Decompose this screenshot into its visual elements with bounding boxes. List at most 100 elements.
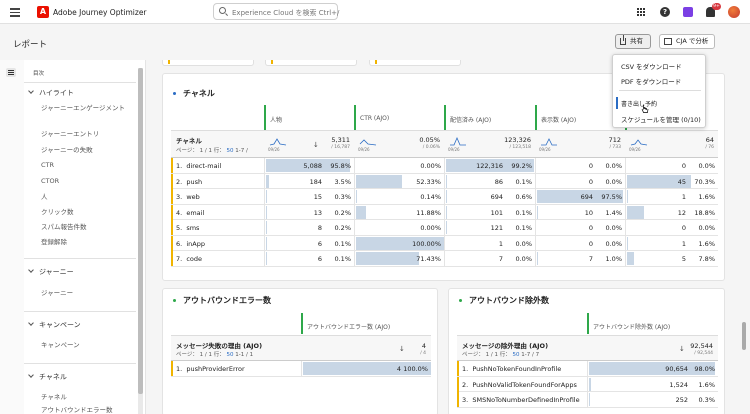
- table-row[interactable]: 2. push 184 3.5% 52.33% 86 0.1% 0 0.0% 45 70.3%: [171, 173, 718, 189]
- cell-percent: 0.0%: [698, 224, 715, 232]
- toc-item[interactable]: スパム報告件数: [41, 223, 87, 232]
- row-label[interactable]: 7. code: [176, 255, 202, 263]
- toc-item[interactable]: アウトバウンドエラー数: [41, 406, 113, 414]
- divider: [24, 258, 136, 259]
- dot-icon: [459, 299, 462, 302]
- search-input[interactable]: Experience Cloud を検索 Ctrl+/: [213, 3, 339, 20]
- table-row[interactable]: 1. PushNoTokenFoundInProfile 90,654 98.0…: [457, 361, 718, 377]
- card-stub: [162, 60, 254, 66]
- help-icon[interactable]: ?: [660, 7, 670, 17]
- toc-toggle-icon[interactable]: [6, 68, 16, 77]
- toc-item[interactable]: チャネル: [41, 393, 67, 402]
- row-label[interactable]: 2. push: [176, 178, 202, 186]
- pagination[interactable]: ページ： 1 / 1 行： 50 1-7 / 7: [462, 350, 539, 358]
- cell-value: 4: [396, 365, 401, 373]
- menu-item-schedule-export[interactable]: 書き出し予約: [621, 99, 657, 108]
- column-header[interactable]: 配信済み (AJO): [450, 115, 491, 124]
- row-label[interactable]: 3. SMSNoToNumberDefinedInProfile: [462, 396, 580, 404]
- row-label[interactable]: 5. sms: [176, 224, 199, 232]
- toc-item[interactable]: キャンペーン: [41, 341, 80, 350]
- menu-item-manage-schedules[interactable]: スケジュールを管理 (0/10): [621, 114, 701, 124]
- row-label[interactable]: 3. web: [176, 193, 200, 201]
- table-header: メッセージの除外理由 (AJO) ページ： 1 / 1 行： 50 1-7 / …: [457, 335, 718, 361]
- table-row[interactable]: 7. code 6 0.1% 71.43% 7 0.0% 7 1.0% 5 7.8%: [171, 251, 718, 267]
- cell-percent: 0.2%: [334, 224, 351, 232]
- sort-desc-icon[interactable]: ↓: [399, 345, 405, 353]
- toc-item[interactable]: ジャーニーの失敗: [41, 146, 93, 155]
- toc-item[interactable]: クリック数: [41, 208, 74, 217]
- cell-percent: 95.8%: [330, 162, 351, 170]
- table-row[interactable]: 4. email 13 0.2% 11.88% 101 0.1% 10 1.4% 12 18.8%: [171, 204, 718, 220]
- cell-value: 101: [490, 208, 503, 217]
- whats-new-icon[interactable]: [683, 7, 693, 17]
- cell-percent: 70.3%: [694, 177, 715, 186]
- column-header[interactable]: CTR (AJO): [360, 115, 389, 122]
- toc-section-highlights[interactable]: ハイライト: [28, 88, 74, 98]
- adobe-logo-icon[interactable]: A: [37, 6, 49, 18]
- table-row[interactable]: 6. inApp 6 0.1% 100.00% 1 0.0% 0 0.0% 1 1.6%: [171, 235, 718, 251]
- sort-desc-icon[interactable]: ↓: [679, 345, 685, 353]
- toc-section-journeys[interactable]: ジャーニー: [28, 267, 74, 277]
- toc-item[interactable]: ジャーニーエントリ: [41, 130, 99, 139]
- main-scrollbar-thumb[interactable]: [742, 322, 746, 350]
- cell-value: 5: [681, 255, 686, 263]
- cell-value: 45: [677, 177, 686, 186]
- total-sub: / 4: [420, 351, 426, 356]
- avatar[interactable]: [728, 6, 740, 18]
- row-label[interactable]: 6. inApp: [176, 240, 205, 248]
- column-header[interactable]: 人物: [270, 115, 282, 124]
- divider: [24, 363, 136, 364]
- cell-value: 10: [584, 208, 593, 217]
- column-header[interactable]: アウトバウンド除外数 (AJO): [593, 322, 670, 331]
- share-icon: [620, 35, 626, 45]
- toc-item[interactable]: ジャーニー: [41, 289, 73, 298]
- row-label[interactable]: 1. PushNoTokenFoundInProfile: [462, 365, 561, 373]
- row-label[interactable]: 1. direct-mail: [176, 162, 221, 170]
- top-bar: A Adobe Journey Optimizer Experience Clo…: [0, 0, 750, 24]
- app-switcher-icon[interactable]: [637, 8, 645, 16]
- dimension-label: メッセージの除外理由 (AJO): [462, 342, 549, 350]
- toc-item[interactable]: CTOR: [41, 177, 59, 186]
- menu-icon[interactable]: [10, 8, 20, 17]
- chevron-down-icon: [28, 267, 34, 273]
- share-button[interactable]: 共有: [615, 34, 651, 49]
- app-name[interactable]: Adobe Journey Optimizer: [53, 8, 147, 17]
- toc-item[interactable]: 登録解除: [41, 238, 67, 247]
- toc-section-channels[interactable]: チャネル: [28, 372, 67, 382]
- table-cell: 86 0.1%: [444, 173, 535, 189]
- table-row[interactable]: 3. web 15 0.3% 0.14% 694 0.6% 694 97.5% 1 1.6%: [171, 189, 718, 205]
- table-row[interactable]: 2. PushNoValidTokenFoundForApps 1,524 1.…: [457, 376, 718, 392]
- cell-value: 0: [681, 162, 686, 170]
- cja-label: CJA で分析: [676, 37, 709, 45]
- sidebar-scrollbar-thumb[interactable]: [138, 68, 143, 394]
- toc-item[interactable]: 人: [41, 193, 48, 202]
- table-cell: 1 1.6%: [625, 235, 718, 251]
- pagination[interactable]: ページ： 1 / 1 行： 50 1-1 / 1: [176, 350, 253, 358]
- toc-item[interactable]: ジャーニーエンゲージメント: [41, 104, 133, 113]
- row-label[interactable]: 4. email: [176, 209, 204, 217]
- menu-item-download-csv[interactable]: CSV をダウンロード: [621, 61, 682, 71]
- table-row[interactable]: 5. sms 8 0.2% 0.00% 121 0.1% 0 0.0% 0 0.0%: [171, 220, 718, 236]
- row-label[interactable]: 2. PushNoValidTokenFoundForApps: [462, 381, 577, 389]
- table-row[interactable]: 1. pushProviderError 4 100.0%: [171, 361, 431, 377]
- cell-percent: 0.0%: [605, 177, 622, 186]
- menu-item-download-pdf[interactable]: PDF をダウンロード: [621, 76, 681, 86]
- analyze-in-cja-button[interactable]: CJA で分析: [659, 34, 715, 49]
- pagination[interactable]: ページ： 1 / 1 行： 50 1-7 /: [176, 146, 248, 154]
- row-label[interactable]: 1. pushProviderError: [176, 365, 245, 373]
- table-cell: 7 1.0%: [535, 251, 625, 266]
- cell-value: 1: [498, 239, 503, 248]
- toc-item[interactable]: CTR: [41, 161, 54, 170]
- total-sub: / 76: [705, 145, 714, 150]
- cell-percent: 7.8%: [698, 255, 715, 263]
- table-row[interactable]: 1. direct-mail 5,088 95.8% 0.00% 122,316 99.2…: [171, 158, 718, 174]
- cell-percent: 0.0%: [605, 239, 622, 248]
- cell-percent: 0.1%: [334, 255, 351, 263]
- table-cell: 6 0.1%: [264, 251, 354, 266]
- toc-section-campaigns[interactable]: キャンペーン: [28, 320, 81, 330]
- column-header[interactable]: 表示数 (AJO): [541, 115, 576, 124]
- table-row[interactable]: 3. SMSNoToNumberDefinedInProfile 252 0.3…: [457, 392, 718, 408]
- column-header[interactable]: アウトバウンドエラー数 (AJO): [307, 322, 390, 331]
- table-cell: 5,088 95.8%: [264, 158, 354, 173]
- table-cell: 184 3.5%: [264, 173, 354, 189]
